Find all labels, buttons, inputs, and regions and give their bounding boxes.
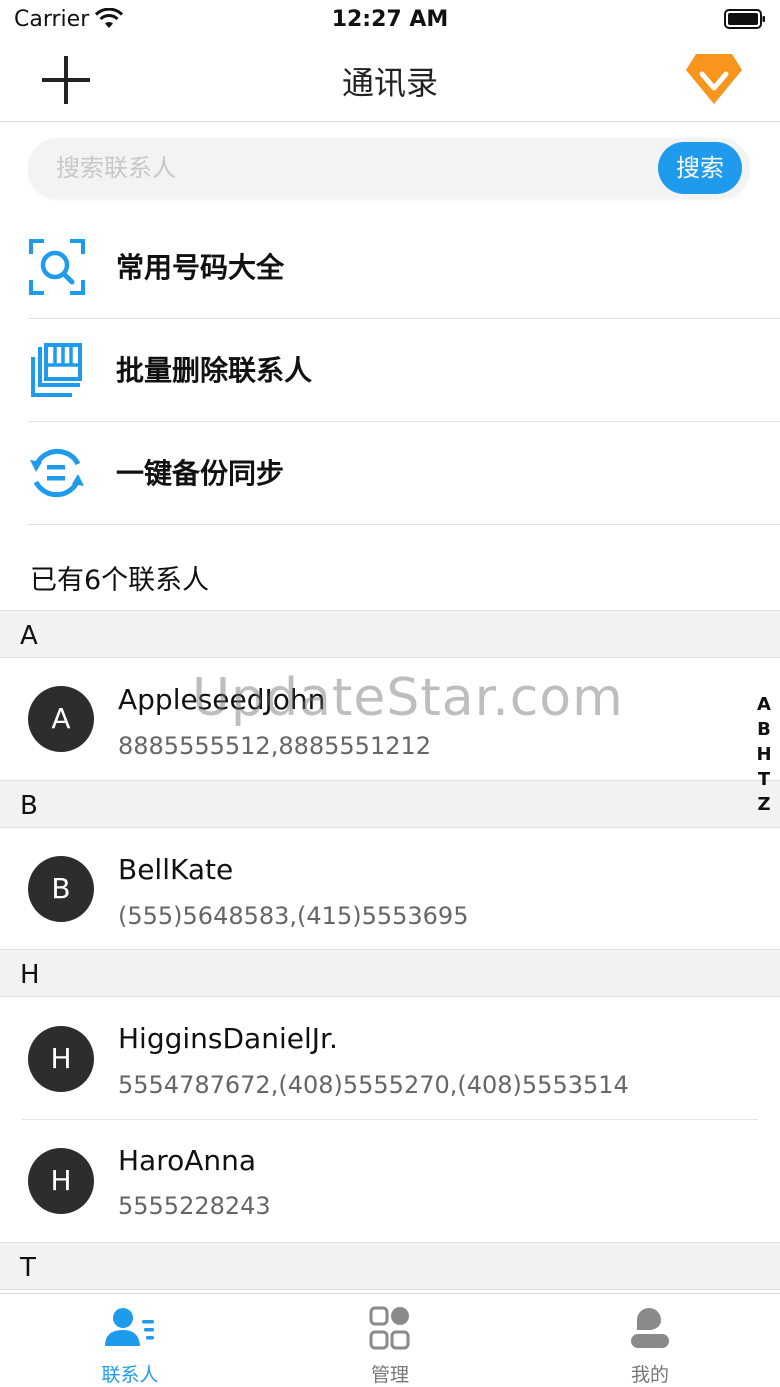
menu-label: 一键备份同步 xyxy=(116,457,285,490)
backup-sync-icon xyxy=(30,448,84,498)
contact-row[interactable]: H HigginsDanielJr. 5554787672,(408)55552… xyxy=(0,998,780,1119)
profile-icon xyxy=(631,1308,669,1348)
manage-grid-icon xyxy=(369,1306,410,1350)
contact-phone: 5555228243 xyxy=(118,1192,271,1220)
index-letter-t[interactable]: T xyxy=(756,767,772,792)
avatar: B xyxy=(28,856,94,922)
alphabet-index-bar: A B H T Z xyxy=(756,692,772,817)
section-letter: A xyxy=(20,621,38,651)
menu-label: 批量删除联系人 xyxy=(116,354,313,387)
contact-name: BellKate xyxy=(118,853,234,886)
search-input[interactable] xyxy=(56,138,656,198)
tab-label: 管理 xyxy=(370,1364,409,1386)
tab-profile[interactable]: 我的 xyxy=(520,1294,780,1387)
section-header: A xyxy=(0,610,780,658)
avatar: H xyxy=(28,1148,94,1214)
tab-manage[interactable]: 管理 xyxy=(260,1294,520,1387)
search-button[interactable]: 搜索 xyxy=(658,142,742,194)
menu-backup-sync[interactable]: 一键备份同步 xyxy=(28,422,780,525)
index-letter-a[interactable]: A xyxy=(756,692,772,717)
contact-name: HaroAnna xyxy=(118,1144,257,1177)
contact-row[interactable]: B BellKate (555)5648583,(415)5553695 xyxy=(0,829,780,950)
navigation-bar: 通讯录 xyxy=(0,40,780,122)
contact-name: AppleseedJohn xyxy=(118,683,326,716)
status-time: 12:27 AM xyxy=(331,7,449,32)
search-bar: 搜索 xyxy=(28,138,750,198)
tab-bar: 联系人 管理 我的 xyxy=(0,1293,780,1387)
page-title: 通讯录 xyxy=(341,64,438,102)
menu-batch-delete[interactable]: 批量删除联系人 xyxy=(28,319,780,422)
menu-common-numbers[interactable]: 常用号码大全 xyxy=(28,216,780,319)
contact-phone: 5554787672,(408)5555270,(408)5553514 xyxy=(118,1071,629,1099)
index-letter-b[interactable]: B xyxy=(756,717,772,742)
status-bar: Carrier 12:27 AM xyxy=(0,0,780,40)
contact-phone: 8885555512,8885551212 xyxy=(118,732,432,760)
section-letter: H xyxy=(20,960,40,990)
avatar: A xyxy=(28,686,94,752)
section-header: T xyxy=(0,1242,780,1290)
tab-contacts[interactable]: 联系人 xyxy=(0,1294,260,1387)
vip-diamond-icon[interactable] xyxy=(684,52,744,106)
contact-name: HigginsDanielJr. xyxy=(118,1022,338,1055)
section-header: H xyxy=(0,949,780,997)
contacts-icon xyxy=(105,1308,154,1346)
index-letter-z[interactable]: Z xyxy=(756,792,772,817)
battery-icon xyxy=(724,9,765,29)
index-letter-h[interactable]: H xyxy=(756,742,772,767)
contact-phone: (555)5648583,(415)5553695 xyxy=(118,902,469,930)
scan-search-icon xyxy=(29,239,85,295)
batch-delete-icon xyxy=(31,343,82,397)
contact-row[interactable]: A AppleseedJohn 8885555512,8885551212 xyxy=(0,659,780,780)
tab-label: 我的 xyxy=(630,1364,669,1386)
contact-row[interactable]: H HaroAnna 5555228243 xyxy=(0,1120,780,1241)
contact-count-label: 已有6个联系人 xyxy=(30,565,210,596)
section-letter: B xyxy=(20,791,38,821)
tab-label: 联系人 xyxy=(101,1364,159,1386)
section-letter: T xyxy=(20,1253,36,1283)
avatar: H xyxy=(28,1026,94,1092)
section-header: B xyxy=(0,780,780,828)
menu-label: 常用号码大全 xyxy=(116,251,285,284)
